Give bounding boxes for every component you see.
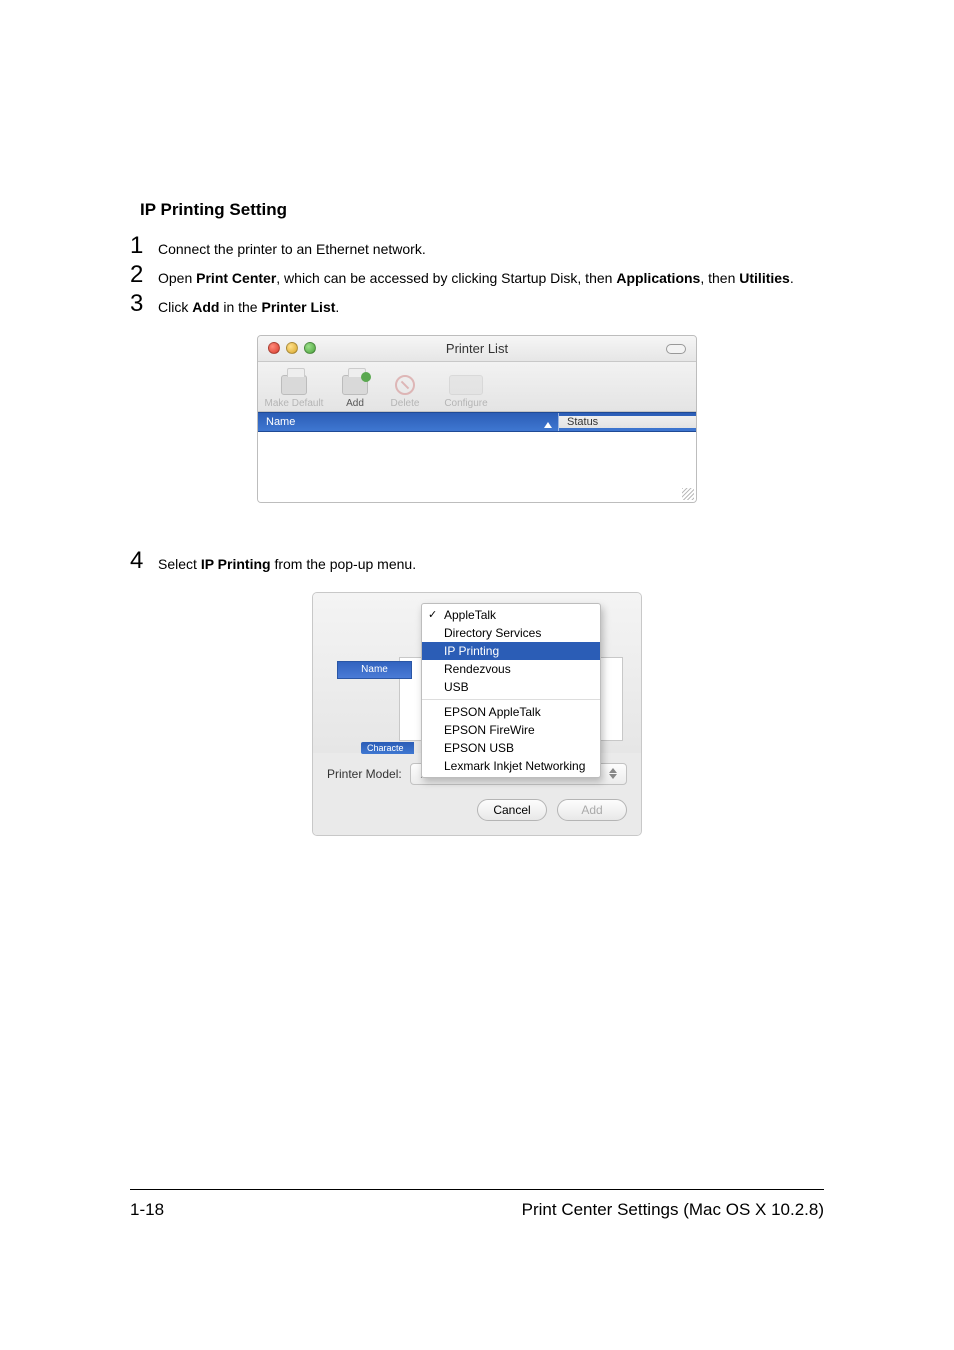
menu-item-appletalk[interactable]: AppleTalk xyxy=(422,606,600,624)
toolbar: Make Default Add Delete Configure xyxy=(258,362,696,412)
sheet-top: Name Characte AppleTalk Directory Servic… xyxy=(313,593,641,753)
footer-section: Print Center Settings (Mac OS X 10.2.8) xyxy=(522,1200,824,1220)
toolbar-label: Make Default xyxy=(258,398,330,409)
step-number: 2 xyxy=(130,263,158,287)
add-button[interactable]: Add xyxy=(330,372,380,409)
printer-list-window: Printer List Make Default Add Delete Con… xyxy=(257,335,697,503)
toolbar-label: Delete xyxy=(380,398,430,409)
menu-item-directory-services[interactable]: Directory Services xyxy=(422,624,600,642)
menu-separator xyxy=(422,699,600,700)
step-text: Select xyxy=(158,556,201,572)
delete-button: Delete xyxy=(380,372,430,409)
column-status[interactable]: Status xyxy=(559,416,696,428)
menu-item-epson-usb[interactable]: EPSON USB xyxy=(422,739,600,757)
menu-item-epson-firewire[interactable]: EPSON FireWire xyxy=(422,721,600,739)
select-stepper-icon xyxy=(606,768,620,779)
step-text: Open xyxy=(158,270,196,286)
toolbar-label: Add xyxy=(330,398,380,409)
configure-button: Configure xyxy=(430,372,502,409)
step-text: Connect the printer to an Ethernet netwo… xyxy=(158,241,426,257)
step-2: 2 Open Print Center, which can be access… xyxy=(130,263,824,288)
section-heading: IP Printing Setting xyxy=(140,200,824,220)
step-text: . xyxy=(790,270,794,286)
titlebar: Printer List xyxy=(258,336,696,362)
table-body-empty xyxy=(258,432,696,502)
document-page: IP Printing Setting 1 Connect the printe… xyxy=(0,0,954,1350)
step-number: 3 xyxy=(130,292,158,316)
connection-type-popup: AppleTalk Directory Services IP Printing… xyxy=(421,603,601,778)
bold: IP Printing xyxy=(201,556,271,572)
menu-item-lexmark[interactable]: Lexmark Inkjet Networking xyxy=(422,757,600,775)
step-number: 4 xyxy=(130,549,158,573)
menu-item-rendezvous[interactable]: Rendezvous xyxy=(422,660,600,678)
configure-icon xyxy=(449,375,483,395)
menu-item-ip-printing[interactable]: IP Printing xyxy=(422,642,600,660)
menu-item-epson-appletalk[interactable]: EPSON AppleTalk xyxy=(422,703,600,721)
name-column-header: Name xyxy=(337,661,412,679)
page-footer: 1-18 Print Center Settings (Mac OS X 10.… xyxy=(130,1189,824,1220)
printer-model-label: Printer Model: xyxy=(327,767,402,781)
menu-item-usb[interactable]: USB xyxy=(422,678,600,696)
table-header: Name Status xyxy=(258,412,696,432)
bold: Print Center xyxy=(196,270,276,286)
window-title: Printer List xyxy=(258,341,696,356)
step-text: from the pop-up menu. xyxy=(271,556,417,572)
step-4: 4 Select IP Printing from the pop-up men… xyxy=(130,549,824,574)
sort-ascending-icon xyxy=(544,422,552,428)
bold: Printer List xyxy=(261,299,335,315)
character-label-truncated: Characte xyxy=(361,742,414,754)
step-number: 1 xyxy=(130,234,158,258)
step-text: in the xyxy=(219,299,261,315)
step-text: , which can be accessed by clicking Star… xyxy=(276,270,616,286)
step-text: Click xyxy=(158,299,192,315)
add-printer-icon xyxy=(342,375,368,395)
column-label: Name xyxy=(266,416,295,428)
step-text: . xyxy=(335,299,339,315)
page-number: 1-18 xyxy=(130,1200,164,1220)
bold: Utilities xyxy=(739,270,790,286)
printer-icon xyxy=(281,375,307,395)
cancel-button[interactable]: Cancel xyxy=(477,799,547,821)
bold: Add xyxy=(192,299,219,315)
toolbar-toggle-icon[interactable] xyxy=(666,344,686,354)
step-text: , then xyxy=(700,270,739,286)
add-printer-sheet: Name Characte AppleTalk Directory Servic… xyxy=(312,592,642,836)
delete-icon xyxy=(395,375,415,395)
button-row: Cancel Add xyxy=(327,799,627,821)
make-default-button: Make Default xyxy=(258,372,330,409)
bold: Applications xyxy=(616,270,700,286)
step-3: 3 Click Add in the Printer List. xyxy=(130,292,824,317)
add-button: Add xyxy=(557,799,627,821)
toolbar-label: Configure xyxy=(430,398,502,409)
column-name[interactable]: Name xyxy=(258,416,558,428)
step-1: 1 Connect the printer to an Ethernet net… xyxy=(130,234,824,259)
